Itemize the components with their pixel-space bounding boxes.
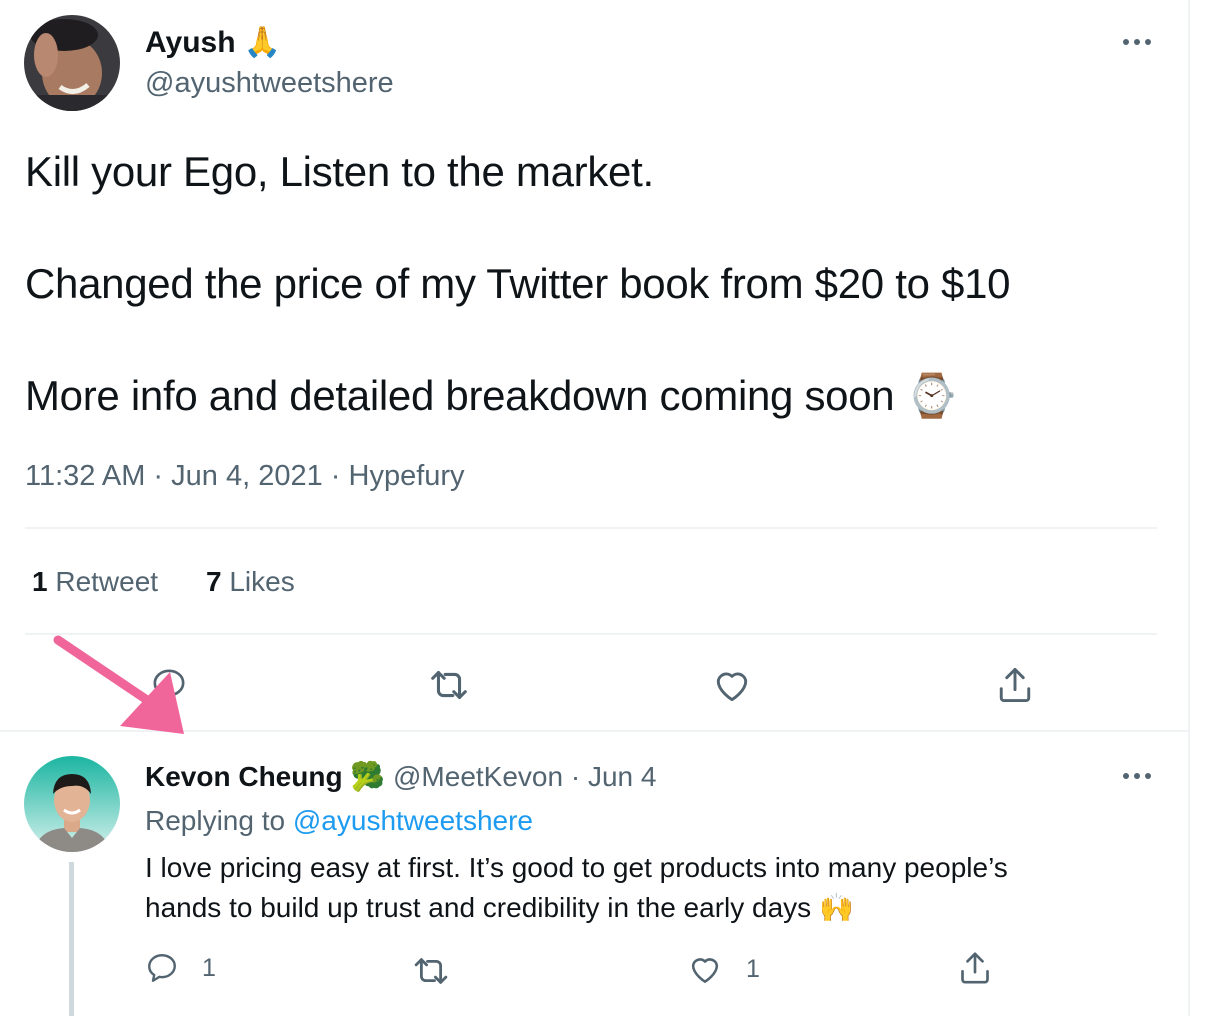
retweet-icon [431,671,467,699]
reply-text-line-1: I love pricing easy at first. It’s good … [145,852,1008,883]
replying-to-handle-link[interactable]: @ayushtweetshere [293,805,533,836]
more-icon[interactable] [1117,766,1157,786]
thread-line [69,862,74,1016]
avatar[interactable] [24,15,120,111]
reply-text-line-2: hands to build up trust and credibility … [145,892,854,923]
tweet-text-line-3: More info and detailed breakdown coming … [25,372,958,419]
share-button[interactable] [990,660,1040,710]
heart-icon [691,958,719,983]
retweet-icon [414,958,448,984]
watch-emoji: ⌚ [905,372,958,419]
meta-separator: · [322,460,349,492]
author-handle[interactable]: @ayushtweetshere [145,67,394,100]
reply-text: I love pricing easy at first. It’s good … [145,848,1008,928]
author-name[interactable]: Ayush 🙏 [145,25,281,60]
timestamp-link[interactable]: 11:32 AM · Jun 4, 2021 [25,460,323,492]
reply-date[interactable]: · Jun 4 [571,761,657,792]
divider [25,527,1157,529]
share-icon [961,952,989,984]
retweets-stat[interactable]: 1 Retweet [32,566,158,598]
tweet-metadata: 11:32 AM · Jun 4, 2021 · Hypefury [25,460,465,493]
source-link[interactable]: Hypefury [349,460,465,492]
replying-to: Replying to @ayushtweetshere [145,805,533,837]
replying-to-label: Replying to [145,805,286,836]
likes-stat[interactable]: 7 Likes [206,566,295,598]
share-icon [999,667,1031,703]
like-count: 1 [746,954,760,983]
reply-author-name[interactable]: Kevon Cheung [145,761,343,792]
folded-hands-emoji: 🙏 [243,26,282,59]
more-icon[interactable] [1117,32,1157,52]
broccoli-emoji: 🥦 [350,761,386,792]
arrow-icon [53,635,184,734]
reply-retweet-button[interactable] [410,950,452,992]
reply-like-button[interactable]: 1 [686,950,760,988]
raising-hands-emoji: 🙌 [818,892,854,923]
retweet-button[interactable] [424,660,474,710]
reply-icon [148,954,176,982]
reply-reply-button[interactable]: 1 [144,950,216,986]
reply-count: 1 [202,953,216,982]
reply-author-handle[interactable]: @MeetKevon [393,761,563,792]
tweet-text-line-2: Changed the price of my Twitter book fro… [25,260,1011,307]
timeline-border [1188,0,1190,1016]
heart-icon [716,672,748,702]
avatar[interactable] [24,756,120,852]
reply-share-button[interactable] [955,948,995,988]
reply-header: Kevon Cheung 🥦 @MeetKevon · Jun 4 [145,760,656,793]
tweet-text-line-1: Kill your Ego, Listen to the market. [25,148,654,195]
like-button[interactable] [707,660,757,710]
